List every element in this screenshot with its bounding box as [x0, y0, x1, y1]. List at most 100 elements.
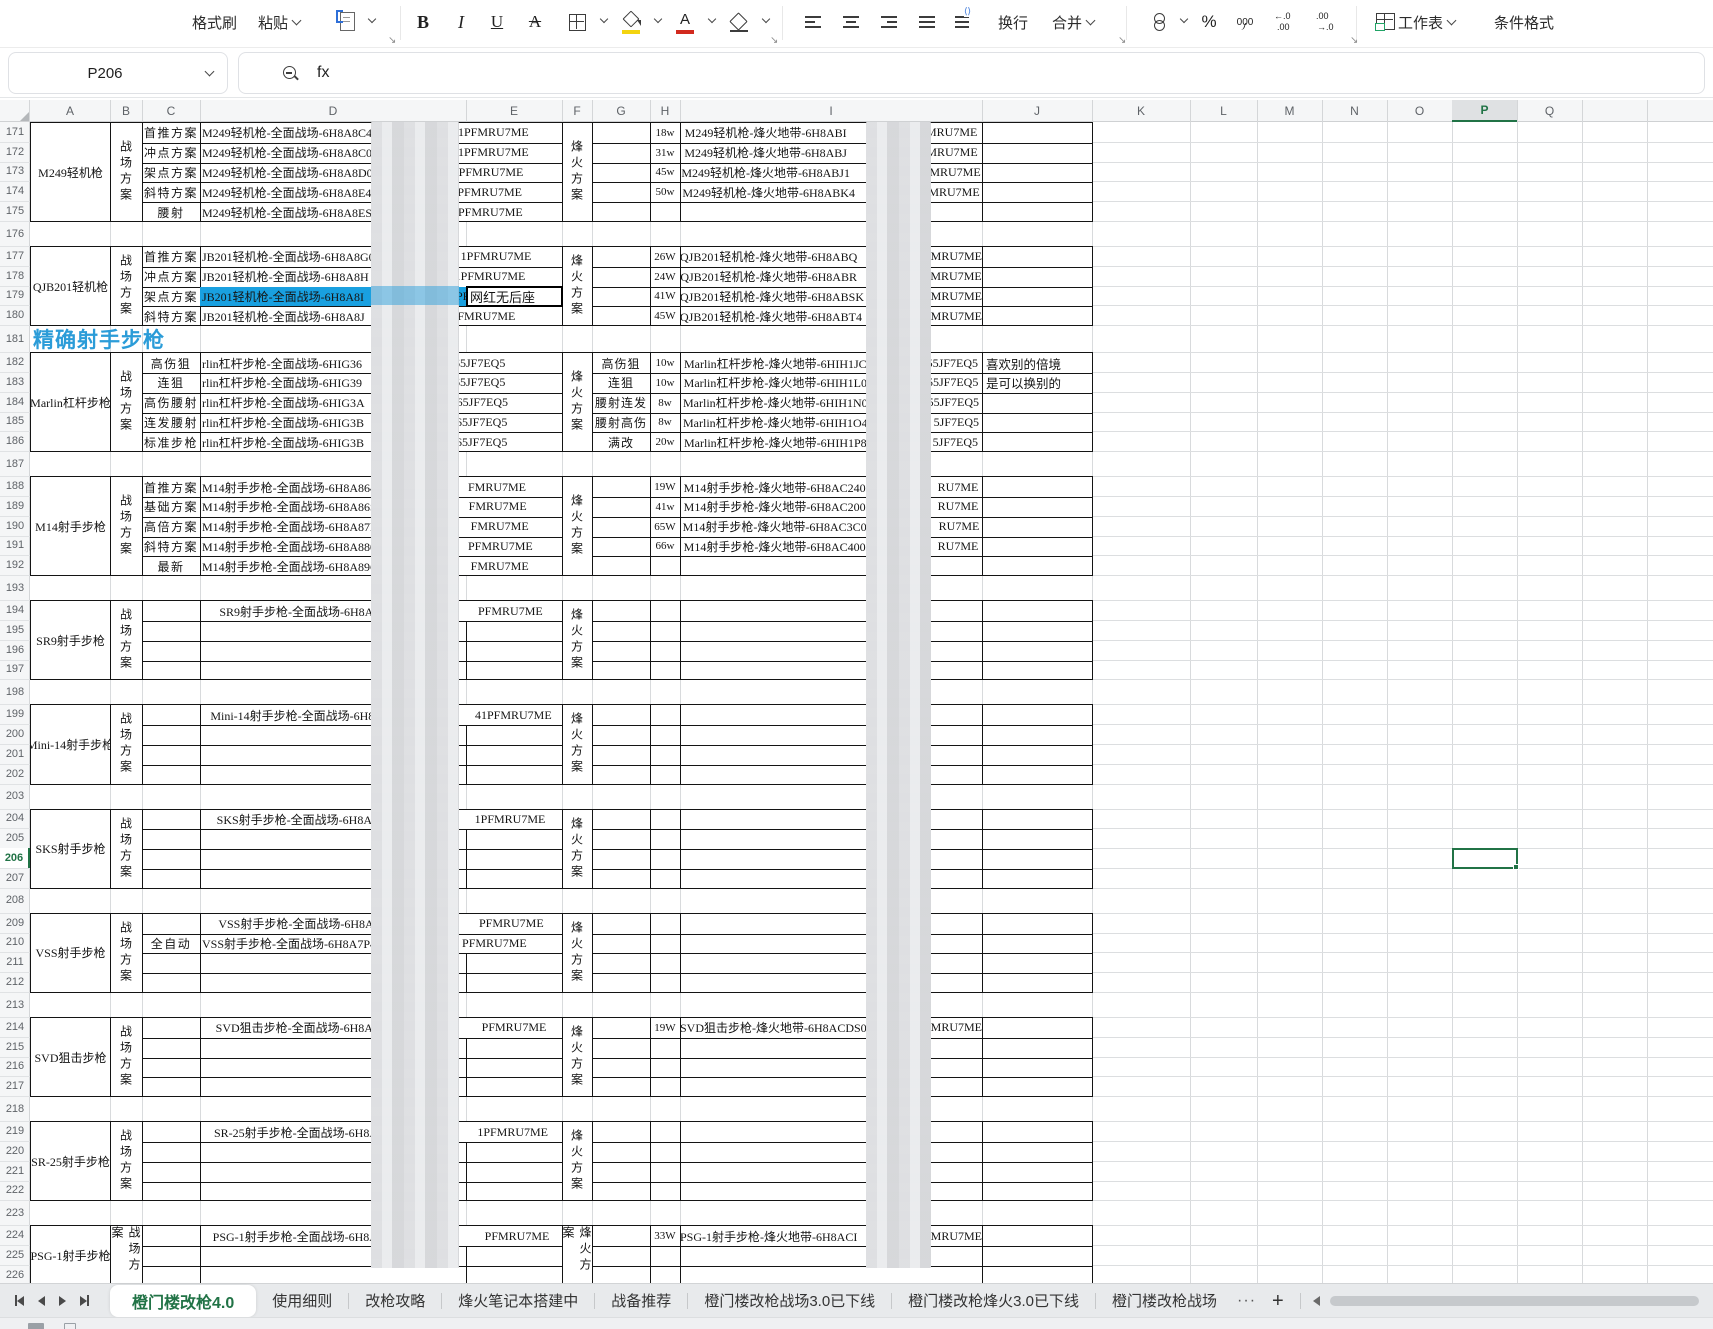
column-header-I[interactable]: I	[680, 100, 982, 122]
cell-scheme[interactable]: 首推方案	[142, 123, 200, 143]
cell-gun-name[interactable]: VSS射手步枪	[31, 914, 110, 992]
cell-code-i[interactable]: Marlin杠杆步枪-烽火地带-6HIH1L0 55JF7EQ5	[680, 373, 982, 393]
column-header-B[interactable]: B	[110, 100, 142, 122]
tab-scrollbar-thumb[interactable]	[1329, 1295, 1699, 1306]
cell-b-label[interactable]: 战场方案	[110, 705, 142, 783]
cell-price[interactable]: 45w	[650, 163, 680, 183]
toolbar-button-merge[interactable]: 合并	[1052, 6, 1096, 38]
cell-code-i[interactable]: Marlin杠杆步枪-烽火地带-6HIH1N0 55JF7EQ5	[680, 393, 982, 413]
sheet-tab-4[interactable]: 战备推荐	[595, 1285, 687, 1316]
strikethrough-icon[interactable]: A	[522, 6, 548, 38]
cell-scheme[interactable]: 架点方案	[142, 287, 200, 307]
cell-scheme[interactable]: 首推方案	[142, 247, 200, 267]
chevron-down-icon[interactable]	[204, 66, 215, 77]
cell-price[interactable]: 8w	[650, 393, 680, 413]
row-header-175[interactable]: 175	[0, 201, 30, 221]
row-header-191[interactable]: 191	[0, 536, 30, 556]
cell-code-i[interactable]: M249轻机枪-烽火地带-6H8ABJ1 1PFMRU7ME	[680, 163, 982, 183]
cell-gun-name[interactable]: Mini-14射手步枪	[31, 705, 110, 783]
tab-scrollbar-track[interactable]	[1329, 1295, 1699, 1306]
row-header-216[interactable]: 216	[0, 1057, 30, 1077]
row-header-214[interactable]: 214	[0, 1017, 30, 1037]
cell-scheme[interactable]: 架点方案	[142, 163, 200, 183]
cell-note[interactable]: 网红无后座	[466, 285, 563, 308]
sheet-tab-2[interactable]: 改枪攻略	[349, 1285, 441, 1316]
row-header-196[interactable]: 196	[0, 640, 30, 660]
cell-scheme[interactable]: 高伤狙	[142, 353, 200, 373]
sheet-nav-last-icon[interactable]	[80, 1295, 89, 1306]
cell-gun-name[interactable]: SR-25射手步枪	[31, 1122, 110, 1200]
row-header-205[interactable]: 205	[0, 828, 30, 848]
cell-code-i[interactable]: M249轻机枪-烽火地带-6H8ABI 1PFMRU7ME	[680, 123, 982, 143]
row-header-208[interactable]: 208	[0, 888, 30, 913]
cell-f-label[interactable]: 烽火方案	[562, 810, 592, 888]
row-header-182[interactable]: 182	[0, 352, 30, 372]
align-center-icon[interactable]	[838, 6, 864, 38]
more-sheets-button[interactable]: ···	[1237, 1292, 1256, 1310]
cell-scheme-right[interactable]: 高伤狙	[592, 353, 650, 373]
row-header-226[interactable]: 226	[0, 1265, 30, 1283]
cell-gun-name[interactable]: QJB201轻机枪	[31, 247, 110, 325]
cell-price[interactable]: 19W	[650, 477, 680, 497]
row-header-218[interactable]: 218	[0, 1096, 30, 1121]
cell-code-i[interactable]: QJB201轻机枪-烽火地带-6H8ABT4 PFMRU7ME	[680, 306, 982, 325]
row-header-204[interactable]: 204	[0, 809, 30, 829]
chevron-down-icon[interactable]	[1446, 15, 1457, 26]
align-right-icon[interactable]	[876, 6, 902, 38]
cell-b-label[interactable]: 战场方案	[110, 247, 142, 325]
sheet-nav-first-icon[interactable]	[15, 1295, 24, 1306]
cell-price[interactable]: 50w	[650, 182, 680, 202]
chevron-down-icon[interactable]	[653, 14, 663, 24]
cell-f-label[interactable]: 烽火方案	[562, 123, 592, 221]
chevron-down-icon[interactable]	[291, 15, 302, 26]
borders-icon[interactable]	[564, 6, 590, 38]
cell-b-label[interactable]: 战场方案	[110, 1226, 142, 1283]
row-header-171[interactable]: 171	[0, 122, 30, 142]
row-header-176[interactable]: 176	[0, 221, 30, 246]
cell-code-i[interactable]: M249轻机枪-烽火地带-6H8ABJ 1PFMRU7ME	[680, 143, 982, 163]
paste-special-icon[interactable]	[334, 6, 360, 38]
row-header-222[interactable]: 222	[0, 1181, 30, 1201]
row-header-189[interactable]: 189	[0, 496, 30, 516]
row-header-221[interactable]: 221	[0, 1161, 30, 1181]
row-header-185[interactable]: 185	[0, 412, 30, 432]
cell-price[interactable]: 24W	[650, 267, 680, 287]
cell-b-label[interactable]: 战场方案	[110, 1122, 142, 1200]
cell-code-i[interactable]: M14射手步枪-烽火地带-6H8AC40020 RU7ME	[680, 537, 982, 557]
row-header-178[interactable]: 178	[0, 266, 30, 286]
align-justify-icon[interactable]	[914, 6, 940, 38]
cell-scheme-right[interactable]: 连狙	[592, 373, 650, 393]
cell-price[interactable]: 31w	[650, 143, 680, 163]
cell-code-i[interactable]: PSG-1射手步枪-烽火地带-6H8ACI 1PFMRU7ME	[680, 1226, 982, 1246]
cell-note-j[interactable]: 是可以换别的	[982, 373, 1090, 393]
sheet-nav-prev-icon[interactable]	[38, 1295, 45, 1306]
cell-gun-name[interactable]: SKS射手步枪	[31, 810, 110, 888]
row-header-219[interactable]: 219	[0, 1121, 30, 1141]
cell-f-label[interactable]: 烽火方案	[562, 477, 592, 575]
cell-scheme[interactable]: 连狙	[142, 373, 200, 393]
cell-scheme[interactable]: 标准步枪	[142, 432, 200, 451]
number-format-icon[interactable]	[1146, 6, 1172, 38]
cell-code-i[interactable]: M14射手步枪-烽火地带-6H8AC24020 RU7ME	[680, 477, 982, 497]
column-header-M[interactable]: M	[1257, 100, 1322, 122]
row-header-225[interactable]: 225	[0, 1245, 30, 1265]
cell-f-label[interactable]: 烽火方案	[562, 247, 592, 325]
increase-decimal-icon[interactable]: ←.0.00	[1272, 6, 1298, 38]
row-header-217[interactable]: 217	[0, 1076, 30, 1096]
chevron-down-icon[interactable]	[599, 14, 609, 24]
column-header-A[interactable]: A	[30, 100, 110, 122]
cell-scheme[interactable]: 全自动	[142, 934, 200, 954]
cell-scheme[interactable]: 基础方案	[142, 497, 200, 517]
row-header-220[interactable]: 220	[0, 1141, 30, 1161]
row-header-183[interactable]: 183	[0, 372, 30, 392]
row-header-207[interactable]: 207	[0, 868, 30, 888]
row-header-180[interactable]: 180	[0, 305, 30, 325]
cell-f-label[interactable]: 烽火方案	[562, 705, 592, 783]
cell-code-i[interactable]: QJB201轻机枪-烽火地带-6H8ABR PFMRU7ME	[680, 267, 982, 287]
cell-code-i[interactable]: Marlin杠杆步枪-烽火地带-6HIH1P80 5JF7EQ5	[680, 432, 982, 451]
row-header-192[interactable]: 192	[0, 555, 30, 575]
chevron-down-icon[interactable]	[707, 14, 717, 24]
cell-code-i[interactable]: QJB201轻机枪-烽火地带-6H8ABQ 1PFMRU7ME	[680, 247, 982, 267]
sheet-nav-next-icon[interactable]	[59, 1295, 66, 1306]
underline-icon[interactable]: U	[484, 6, 510, 38]
